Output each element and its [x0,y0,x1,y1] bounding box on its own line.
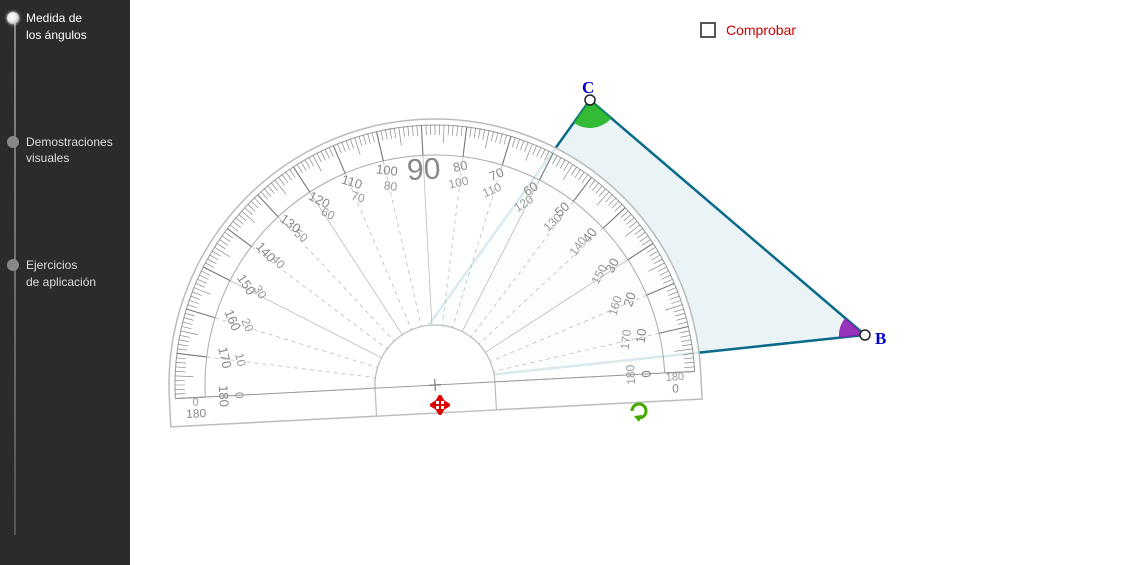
geometry-canvas[interactable]: Comprobar A B C 018010170201603015040140… [130,0,1135,565]
svg-text:0: 0 [232,392,246,400]
sidebar-item-label: Ejercicios [26,258,77,272]
sidebar-item-medida[interactable]: Medida de los ángulos [8,10,122,44]
vertex-b-label: B [875,329,886,349]
sidebar-dot-icon [7,259,19,271]
svg-text:100: 100 [375,161,398,179]
rotate-handle[interactable] [628,400,648,420]
svg-text:180: 180 [623,364,638,385]
sidebar-item-ejercicios[interactable]: Ejercicios de aplicación [8,257,122,291]
app-root: Medida de los ángulos Demostraciones vis… [0,0,1135,565]
sidebar-item-label: los ángulos [26,28,87,42]
svg-text:80: 80 [383,178,398,194]
sidebar-item-label: Demostraciones [26,135,113,149]
move-cross-icon [430,395,450,415]
sidebar-dot-icon [7,12,19,24]
vertex-c-label: C [582,78,594,98]
sidebar: Medida de los ángulos Demostraciones vis… [0,0,130,565]
svg-text:180: 180 [665,371,684,384]
svg-text:90: 90 [406,152,441,187]
svg-text:170: 170 [618,328,634,350]
svg-text:0: 0 [192,396,199,408]
vertex-b-point[interactable] [860,330,870,340]
svg-text:180: 180 [216,385,232,407]
sidebar-item-label: de aplicación [26,275,96,289]
svg-text:10: 10 [633,328,650,344]
move-handle[interactable] [430,395,450,415]
sidebar-dot-icon [7,136,19,148]
rotate-arrow-icon [628,400,650,422]
sidebar-item-label: visuales [26,151,69,165]
sidebar-item-demostraciones[interactable]: Demostraciones visuales [8,134,122,168]
sidebar-item-label: Medida de [26,11,82,25]
svg-text:0: 0 [639,370,654,378]
